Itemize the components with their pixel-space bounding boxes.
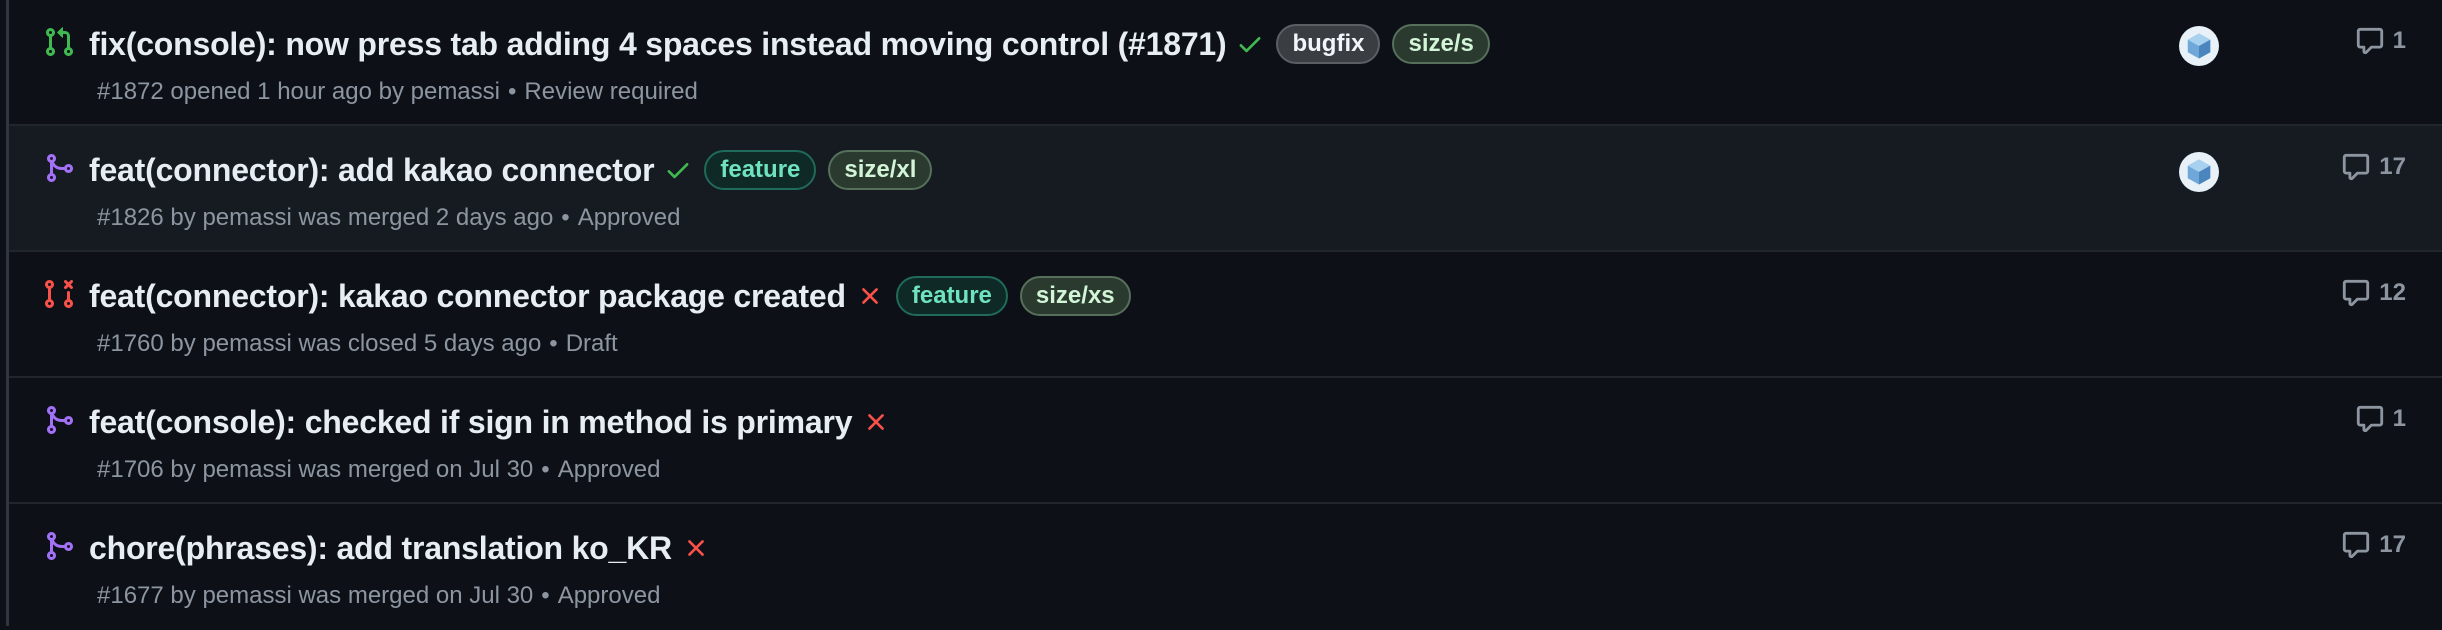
label-bugfix[interactable]: bugfix (1276, 24, 1381, 64)
pull-request-meta: #1706 by pemassi was merged on Jul 30 • Ap… (97, 456, 660, 484)
pull-request-number: #1826 (97, 204, 164, 231)
x-icon[interactable] (856, 282, 884, 310)
comments-link[interactable]: 12 (2341, 278, 2406, 308)
separator-dot: • (561, 204, 570, 231)
pull-request-row[interactable]: feat(console): checked if sign in method… (9, 378, 2442, 504)
pull-request-merged-info: by pemassi was merged 2 days ago (170, 204, 554, 231)
pull-request-meta: #1677 by pemassi was merged on Jul 30 • Ap… (97, 582, 660, 610)
pull-request-number: #1706 (97, 456, 164, 483)
pull-request-number: #1677 (97, 582, 164, 609)
review-status[interactable]: Approved (558, 582, 661, 609)
separator-dot: • (541, 456, 550, 483)
comment-icon (2343, 531, 2370, 559)
check-icon[interactable] (1236, 30, 1264, 58)
label-size[interactable]: size/xs (1019, 276, 1131, 316)
git-pull-request-closed-icon (43, 278, 75, 310)
pull-request-title[interactable]: feat(connector): add kakao connector (89, 152, 655, 189)
pull-request-merged-info: by pemassi was merged on Jul 30 (170, 582, 534, 609)
pull-request-meta: #1872 opened 1 hour ago by pemassi • Revie… (97, 78, 698, 106)
pull-request-opened-info: opened 1 hour ago by pemassi (170, 78, 500, 105)
comment-icon (2356, 27, 2383, 55)
review-status[interactable]: Review required (524, 78, 697, 105)
git-merge-icon (43, 404, 75, 436)
separator-dot: • (549, 330, 558, 357)
label-size[interactable]: size/s (1392, 24, 1490, 64)
comment-icon (2343, 153, 2370, 181)
comment-count: 1 (2392, 27, 2406, 54)
git-merge-icon (43, 530, 75, 562)
comments-link[interactable]: 17 (2341, 530, 2406, 560)
pull-request-number: #1760 (97, 330, 164, 357)
x-icon[interactable] (682, 534, 710, 562)
comment-count: 12 (2379, 279, 2406, 306)
pull-request-number: #1872 (97, 78, 164, 105)
x-icon[interactable] (862, 408, 890, 436)
pull-request-row[interactable]: feat(connector): add kakao connector fea… (9, 126, 2442, 252)
comment-icon (2356, 405, 2383, 433)
check-icon[interactable] (664, 156, 692, 184)
assignee-avatar[interactable] (2179, 26, 2219, 66)
label-feature[interactable]: feature (704, 150, 817, 190)
comment-count: 1 (2392, 405, 2406, 432)
assignee-avatar[interactable] (2179, 152, 2219, 192)
comments-link[interactable]: 17 (2341, 152, 2406, 182)
pull-request-list: fix(console): now press tab adding 4 spa… (6, 0, 2442, 626)
pull-request-title[interactable]: feat(connector): kakao connector package… (89, 278, 846, 315)
separator-dot: • (508, 78, 517, 105)
label-feature[interactable]: feature (895, 276, 1008, 316)
cube-icon (2187, 159, 2211, 185)
pull-request-title[interactable]: chore(phrases): add translation ko_KR (89, 530, 672, 567)
cube-icon (2187, 33, 2211, 59)
label-size[interactable]: size/xl (828, 150, 933, 190)
pull-request-row[interactable]: feat(connector): kakao connector package… (9, 252, 2442, 378)
comment-count: 17 (2379, 153, 2406, 180)
pull-request-title[interactable]: feat(console): checked if sign in method… (89, 404, 853, 441)
pull-request-row[interactable]: chore(phrases): add translation ko_KR #1… (9, 504, 2442, 630)
pull-request-closed-info: by pemassi was closed 5 days ago (170, 330, 542, 357)
git-pull-request-icon (43, 26, 75, 58)
comments-link[interactable]: 1 (2355, 26, 2406, 56)
separator-dot: • (541, 582, 550, 609)
pull-request-meta: #1826 by pemassi was merged 2 days ago • A… (97, 204, 680, 232)
comment-icon (2343, 279, 2370, 307)
comments-link[interactable]: 1 (2355, 404, 2406, 434)
git-merge-icon (43, 152, 75, 184)
review-status[interactable]: Approved (578, 204, 681, 231)
pull-request-meta: #1760 by pemassi was closed 5 days ago • D… (97, 330, 618, 358)
pull-request-title[interactable]: fix(console): now press tab adding 4 spa… (89, 26, 1227, 63)
review-status: Draft (565, 330, 618, 357)
comment-count: 17 (2379, 531, 2406, 558)
pull-request-merged-info: by pemassi was merged on Jul 30 (170, 456, 534, 483)
review-status[interactable]: Approved (558, 456, 661, 483)
pull-request-row[interactable]: fix(console): now press tab adding 4 spa… (9, 0, 2442, 126)
